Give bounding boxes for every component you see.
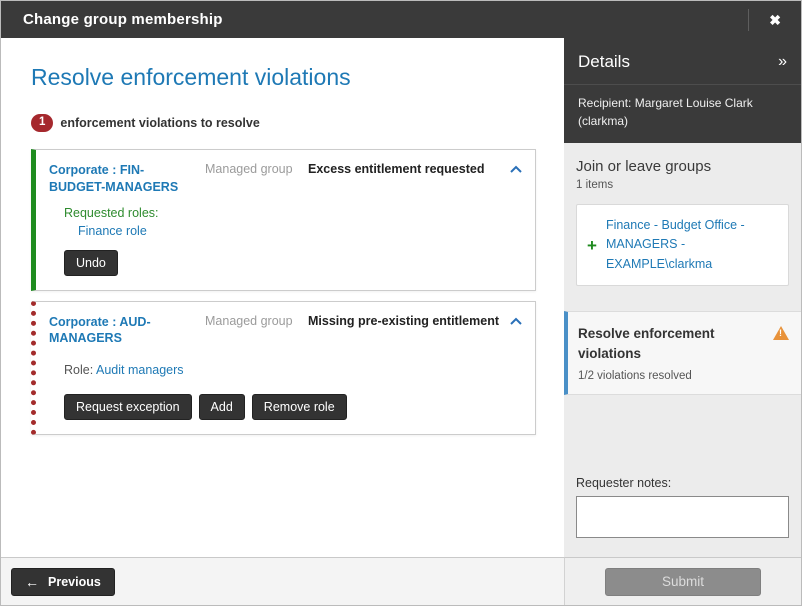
details-sidebar: Details » Recipient: Margaret Louise Cla… <box>564 38 801 605</box>
audit-managers-link[interactable]: Audit managers <box>96 363 184 377</box>
chevron-up-icon[interactable] <box>507 314 523 326</box>
groups-count: 1 items <box>576 179 789 191</box>
plus-icon: + <box>587 237 597 254</box>
step-title: Resolve enforcement violations <box>578 324 738 365</box>
warning-icon <box>773 326 789 340</box>
sidebar-body: Join or leave groups 1 items + Finance -… <box>564 143 801 557</box>
wizard-footer: ← Previous <box>1 557 566 605</box>
recipient-info: Recipient: Margaret Louise Clark (clarkm… <box>564 85 801 143</box>
details-header: Details » <box>564 38 801 85</box>
violation-type-label: Missing pre-existing entitlement <box>308 314 499 328</box>
role-label: Role: <box>64 363 93 377</box>
violations-count-text: enforcement violations to resolve <box>60 116 259 130</box>
chevron-up-icon[interactable] <box>507 162 523 174</box>
violation-card-header: Corporate : AUD-MANAGERS Managed group M… <box>49 314 523 348</box>
previous-button-label: Previous <box>48 575 101 589</box>
add-button[interactable]: Add <box>199 394 245 420</box>
managed-group-label: Managed group <box>205 314 300 328</box>
violations-count-badge: 1 <box>31 114 53 132</box>
submit-footer: Submit <box>564 557 801 605</box>
arrow-left-icon: ← <box>25 575 39 589</box>
role-line: Role: Audit managers <box>64 363 523 377</box>
requester-notes-section: Requester notes: <box>576 476 789 545</box>
request-exception-button[interactable]: Request exception <box>64 394 192 420</box>
group-item-label: Finance - Budget Office - MANAGERS - EXA… <box>606 216 778 274</box>
group-link-aud-managers[interactable]: Corporate : AUD-MANAGERS <box>49 314 197 348</box>
violation-card-header: Corporate : FIN-BUDGET-MANAGERS Managed … <box>49 162 523 196</box>
step-status: 1/2 violations resolved <box>578 370 789 382</box>
remove-role-button[interactable]: Remove role <box>252 394 347 420</box>
main-panel: Resolve enforcement violations 1 enforce… <box>1 38 566 557</box>
page-title: Resolve enforcement violations <box>31 64 536 91</box>
groups-section-title: Join or leave groups <box>576 158 789 175</box>
submit-button[interactable]: Submit <box>605 568 761 596</box>
finance-role-link[interactable]: Finance role <box>78 224 147 238</box>
managed-group-label: Managed group <box>205 162 300 176</box>
violation-type-label: Excess entitlement requested <box>308 162 499 176</box>
close-icon[interactable]: ✖ <box>765 9 785 31</box>
group-link-fin-budget-managers[interactable]: Corporate : FIN-BUDGET-MANAGERS <box>49 162 197 196</box>
undo-button[interactable]: Undo <box>64 250 118 276</box>
requested-roles-label: Requested roles: <box>64 206 523 220</box>
step-header: Resolve enforcement violations <box>578 324 789 365</box>
violation-card-fin-budget-managers: Corporate : FIN-BUDGET-MANAGERS Managed … <box>31 149 536 291</box>
resolve-violations-step[interactable]: Resolve enforcement violations 1/2 viola… <box>564 311 801 395</box>
requester-notes-input[interactable] <box>576 496 789 538</box>
violations-summary: 1 enforcement violations to resolve <box>31 114 536 132</box>
card-actions: Request exception Add Remove role <box>64 394 523 420</box>
requester-notes-label: Requester notes: <box>576 476 789 490</box>
collapse-sidebar-icon[interactable]: » <box>778 53 787 71</box>
card-actions: Undo <box>64 250 523 276</box>
dialog-header: Change group membership ✖ <box>1 1 801 38</box>
previous-button[interactable]: ← Previous <box>11 568 115 596</box>
dialog-title: Change group membership <box>23 11 223 28</box>
violation-card-aud-managers: Corporate : AUD-MANAGERS Managed group M… <box>31 301 536 436</box>
details-title: Details <box>578 52 630 72</box>
group-item[interactable]: + Finance - Budget Office - MANAGERS - E… <box>576 204 789 286</box>
header-divider <box>748 9 749 31</box>
change-group-membership-dialog: Change group membership ✖ Resolve enforc… <box>0 0 802 606</box>
